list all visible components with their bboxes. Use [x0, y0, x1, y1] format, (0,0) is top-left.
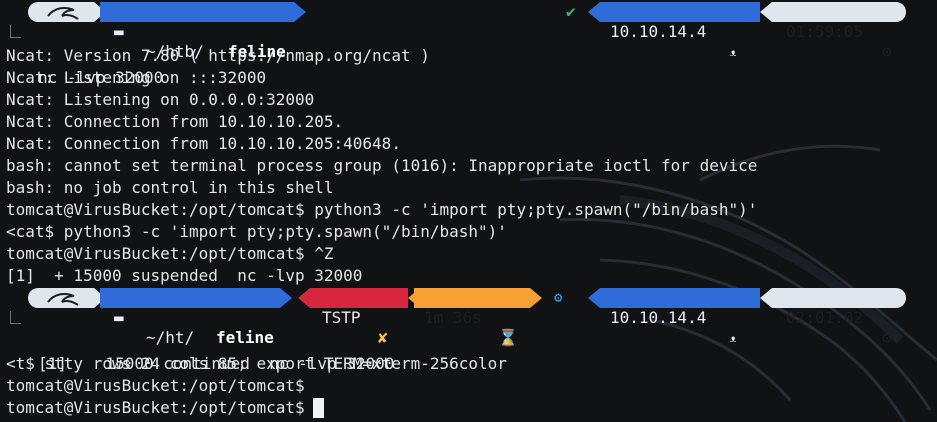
command-line: [1] 15000 continued nc -lvp 32000 — [0, 309, 937, 373]
os-segment — [28, 2, 94, 22]
separator-icon — [588, 2, 600, 22]
directory-segment: ▬ ~/htb/feline — [100, 2, 294, 61]
text-cursor — [312, 398, 324, 418]
separator-icon — [280, 288, 292, 308]
network-icon: ᴥ — [730, 45, 737, 59]
directory-segment: ▬ ~/ht/feline — [100, 288, 280, 347]
ip-segment: 10.10.14.4 ᴥ — [600, 288, 760, 345]
separator-icon — [588, 288, 600, 308]
clock-icon: ⊙ — [882, 328, 892, 347]
background-jobs-icon: ⚙ — [554, 290, 563, 306]
ip-segment: 10.10.14.4 ᴥ — [600, 2, 760, 59]
exit-status-segment: TSTP ✘ — [310, 288, 408, 347]
prompt-corner — [10, 311, 21, 324]
network-icon: ᴥ — [730, 331, 737, 345]
error-cross-icon: ✘ — [378, 328, 388, 347]
separator-icon — [298, 288, 310, 308]
success-check-icon: ✔ — [566, 2, 576, 21]
clock-segment: 01:59:05 ⊙ — [772, 2, 906, 61]
hourglass-icon: ⌛ — [498, 328, 518, 347]
kali-logo-icon — [47, 293, 79, 306]
terminal-window[interactable]: ▬ ~/htb/feline ✔ 10.10.14.4 ᴥ 01:59:05 ⊙… — [0, 0, 937, 422]
prompt-bar: ▬ ~/ht/feline TSTP ✘ 1m 36s ⌛ ⚙ 10.10.14… — [0, 287, 937, 347]
os-segment — [28, 288, 94, 308]
clock-icon: ⊙ — [882, 42, 892, 61]
prompt-corner — [10, 25, 21, 38]
duration-segment: 1m 36s ⌛ — [414, 288, 530, 347]
prompt-bar: ▬ ~/htb/feline ✔ 10.10.14.4 ᴥ 01:59:05 ⊙ — [0, 1, 937, 61]
separator-icon — [760, 2, 772, 22]
clock-segment: 02:01:02 ⊙ — [772, 288, 906, 347]
command-line: nc -lvp 32000 — [0, 23, 937, 87]
separator-icon — [294, 2, 306, 22]
separator-icon — [760, 288, 772, 308]
kali-logo-icon — [47, 7, 79, 20]
separator-icon — [530, 288, 542, 308]
